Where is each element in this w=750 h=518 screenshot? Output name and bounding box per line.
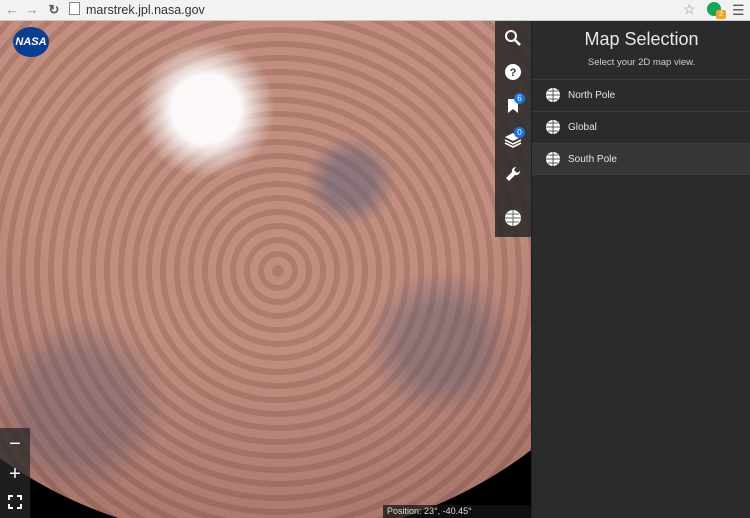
zoom-in-button[interactable]: + [0,460,30,488]
map-projection-button[interactable] [495,201,531,235]
bookmark-star-icon[interactable]: ☆ [683,1,696,18]
option-global[interactable]: Global [532,111,750,143]
option-south-pole[interactable]: South Pole [532,143,750,175]
position-readout: Position: 23°, -40.45° [383,505,531,518]
help-button[interactable]: ? [495,55,531,89]
zoom-out-button[interactable]: − [0,430,30,458]
wrench-icon [506,166,521,181]
back-arrow-icon[interactable]: ← [4,2,20,18]
option-label: South Pole [568,154,617,165]
tools-button[interactable] [495,157,531,191]
map-selection-panel: Map Selection Select your 2D map view. N… [531,21,750,518]
layers-count-badge: 0 [514,127,525,138]
reload-icon[interactable]: ↻ [46,2,62,18]
option-label: Global [568,122,597,133]
forward-arrow-icon[interactable]: → [24,2,40,18]
browser-toolbar: ← → ↻ marstrek.jpl.nasa.gov ☆ 2 ☰ [0,0,750,21]
map-view[interactable]: NASA ? 6 0 − + Position: 23°, -40.45° [0,21,531,518]
page-icon [69,2,80,15]
tool-rail: ? 6 0 [495,21,531,237]
layers-button[interactable]: 0 [495,123,531,157]
zoom-controls: − + [0,428,30,518]
panel-subtitle: Select your 2D map view. [587,57,696,68]
position-label: Position: [387,506,422,516]
position-value: 23°, -40.45° [424,506,472,516]
url-text: marstrek.jpl.nasa.gov [86,3,205,17]
option-label: North Pole [568,90,616,101]
bookmarks-button[interactable]: 6 [495,89,531,123]
search-icon [505,30,521,46]
bookmarks-count-badge: 6 [514,93,525,104]
svg-text:?: ? [510,67,517,79]
globe-icon [505,210,521,226]
address-bar[interactable]: marstrek.jpl.nasa.gov [69,1,205,19]
globe-icon [546,152,560,166]
nasa-logo[interactable]: NASA [13,27,49,57]
option-north-pole[interactable]: North Pole [532,79,750,111]
fullscreen-icon [8,495,22,509]
search-button[interactable] [495,21,531,55]
browser-menu-icon[interactable]: ☰ [732,2,745,19]
panel-title: Map Selection [584,29,699,49]
mars-surface[interactable] [0,21,531,518]
globe-icon [546,88,560,102]
globe-icon [546,120,560,134]
fullscreen-button[interactable] [0,490,30,518]
help-icon: ? [505,64,521,80]
extension-badge: 2 [716,10,726,19]
